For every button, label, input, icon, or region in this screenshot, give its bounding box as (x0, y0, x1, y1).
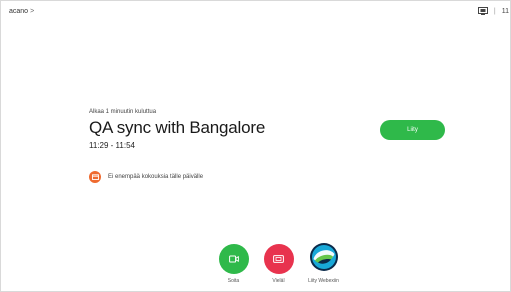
top-bar: acano > | 11 (0, 0, 511, 26)
meeting-title: QA sync with Bangalore (89, 118, 266, 137)
screen-share-icon[interactable] (477, 7, 488, 15)
call-action[interactable]: Soita (211, 244, 256, 284)
notice-text: Ei enempää kokouksia tälle päivälle (108, 174, 204, 180)
no-more-meetings-notice: Ei enempää kokouksia tälle päivälle (89, 171, 203, 183)
webex-action[interactable]: Liity Webexiin (301, 242, 346, 284)
status-area: | 11 (477, 7, 509, 15)
share-label: Vieläl (272, 278, 285, 284)
starts-in-label: Alkaa 1 minuutin kuluttua (89, 109, 157, 115)
join-button[interactable]: Liity (380, 120, 445, 140)
call-label: Soita (227, 278, 240, 284)
call-button[interactable] (218, 244, 249, 274)
share-button[interactable] (263, 244, 294, 274)
share-screen-icon (273, 250, 284, 268)
webex-label: Liity Webexiin (308, 278, 339, 284)
video-camera-icon (228, 250, 239, 268)
meeting-info: Alkaa 1 minuutin kuluttua QA sync with B… (89, 109, 265, 150)
webex-icon (309, 242, 339, 277)
calendar-icon (89, 171, 101, 183)
webex-button[interactable] (308, 242, 339, 277)
meeting-time: 11:29 - 11:54 (89, 141, 135, 150)
share-action[interactable]: Vieläl (256, 244, 301, 284)
clock: 11 (501, 7, 509, 15)
breadcrumb[interactable]: acano > (9, 8, 34, 15)
chevron-right-icon: > (30, 8, 35, 15)
separator: | (493, 7, 496, 15)
brand-label: acano (9, 8, 29, 15)
action-bar: Soita Vieläl Liity Webexiin (211, 242, 346, 284)
